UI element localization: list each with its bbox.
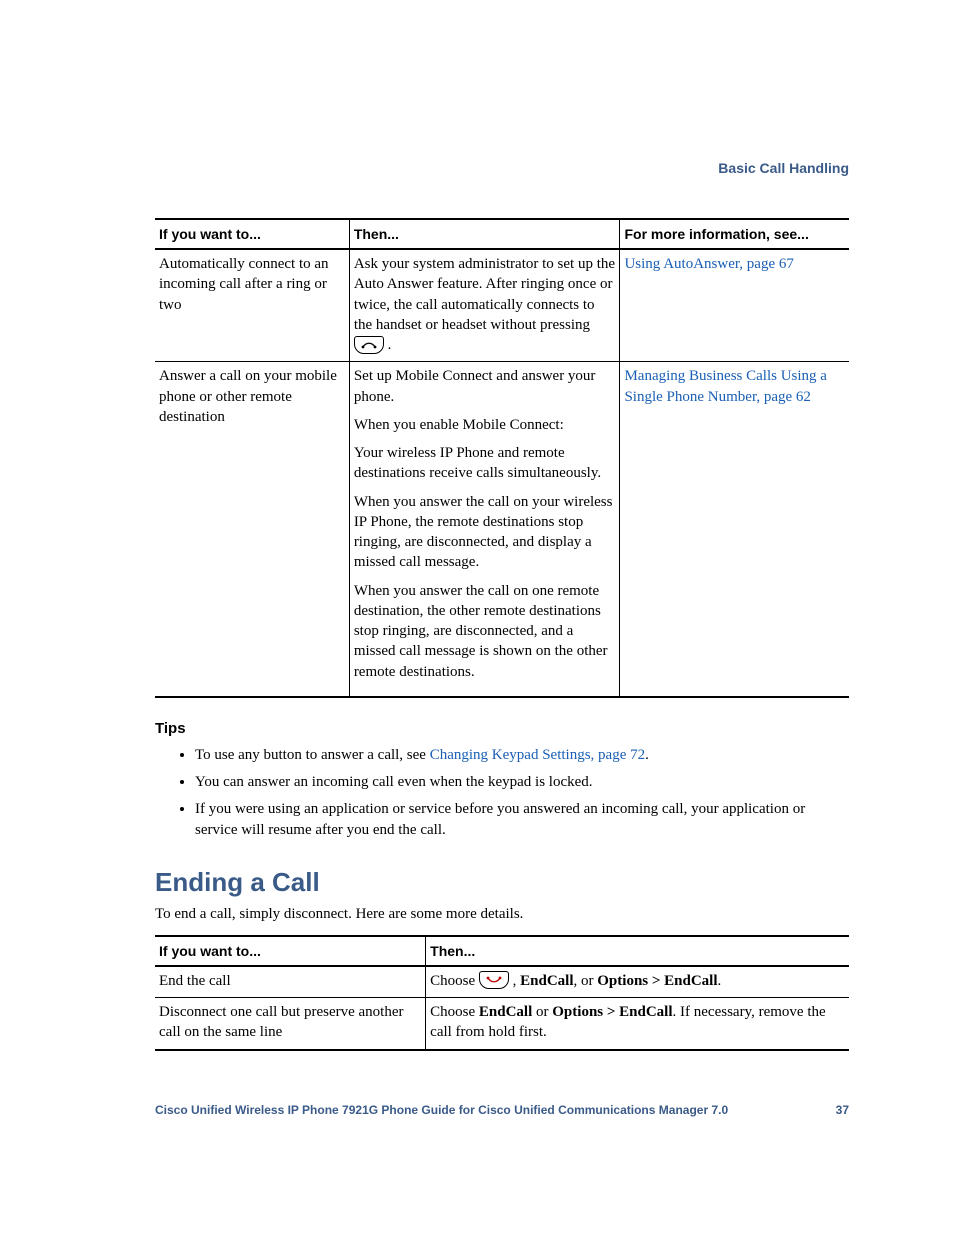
section-title-ending-call: Ending a Call	[155, 867, 849, 898]
cell-text: or	[532, 1004, 552, 1020]
cell-para: Your wireless IP Phone and remote destin…	[354, 443, 616, 484]
table-row: Answer a call on your mobile phone or ot…	[155, 362, 849, 697]
cell-text: Choose	[430, 1004, 479, 1020]
cell-want: Answer a call on your mobile phone or ot…	[155, 362, 349, 697]
table-header: If you want to...	[155, 936, 426, 966]
tip-text: To use any button to answer a call, see	[195, 747, 430, 763]
cell-want: Automatically connect to an incoming cal…	[155, 249, 349, 362]
list-item: To use any button to answer a call, see …	[195, 745, 849, 766]
table-row: End the call Choose , EndCall, or Option…	[155, 966, 849, 998]
bold-label: Options > EndCall	[597, 973, 717, 989]
cell-want: End the call	[155, 966, 426, 998]
footer-title: Cisco Unified Wireless IP Phone 7921G Ph…	[155, 1103, 728, 1117]
bold-label: EndCall	[520, 973, 573, 989]
page: Basic Call Handling If you want to... Th…	[0, 0, 954, 1235]
cell-text: , or	[574, 973, 598, 989]
cell-text: Ask your system administrator to set up …	[354, 256, 615, 333]
cell-text: .	[388, 337, 392, 353]
table-answering-calls: If you want to... Then... For more infor…	[155, 218, 849, 698]
link-managing-business-calls[interactable]: Managing Business Calls Using a Single P…	[624, 368, 827, 404]
end-key-icon	[479, 971, 509, 989]
cell-text: Choose	[430, 973, 479, 989]
table-row: Disconnect one call but preserve another…	[155, 998, 849, 1050]
link-keypad-settings[interactable]: Changing Keypad Settings, page 72	[430, 747, 645, 763]
cell-then: Choose , EndCall, or Options > EndCall.	[426, 966, 849, 998]
cell-then: Set up Mobile Connect and answer your ph…	[349, 362, 620, 697]
cell-para: Set up Mobile Connect and answer your ph…	[354, 366, 616, 407]
table-header: For more information, see...	[620, 219, 849, 249]
link-autoanswer[interactable]: Using AutoAnswer, page 67	[624, 256, 793, 272]
table-header: If you want to...	[155, 219, 349, 249]
tips-heading: Tips	[155, 720, 849, 737]
cell-para: When you answer the call on your wireles…	[354, 492, 616, 573]
section-intro: To end a call, simply disconnect. Here a…	[155, 906, 849, 923]
cell-want: Disconnect one call but preserve another…	[155, 998, 426, 1050]
list-item: You can answer an incoming call even whe…	[195, 772, 849, 793]
cell-para: When you enable Mobile Connect:	[354, 415, 616, 435]
table-header: Then...	[426, 936, 849, 966]
tips-list: To use any button to answer a call, see …	[155, 745, 849, 841]
page-footer: Cisco Unified Wireless IP Phone 7921G Ph…	[155, 1103, 849, 1117]
page-number: 37	[836, 1103, 849, 1117]
cell-then: Ask your system administrator to set up …	[349, 249, 620, 362]
table-header: Then...	[349, 219, 620, 249]
tip-text: .	[645, 747, 649, 763]
list-item: If you were using an application or serv…	[195, 799, 849, 841]
answer-key-icon	[354, 336, 384, 354]
cell-para: When you answer the call on one remote d…	[354, 581, 616, 682]
cell-text: .	[718, 973, 722, 989]
cell-info: Using AutoAnswer, page 67	[620, 249, 849, 362]
bold-label: EndCall	[479, 1004, 532, 1020]
section-header: Basic Call Handling	[155, 160, 849, 176]
cell-then: Choose EndCall or Options > EndCall. If …	[426, 998, 849, 1050]
bold-label: Options > EndCall	[552, 1004, 672, 1020]
table-ending-call: If you want to... Then... End the call C…	[155, 935, 849, 1051]
table-row: Automatically connect to an incoming cal…	[155, 249, 849, 362]
cell-info: Managing Business Calls Using a Single P…	[620, 362, 849, 697]
